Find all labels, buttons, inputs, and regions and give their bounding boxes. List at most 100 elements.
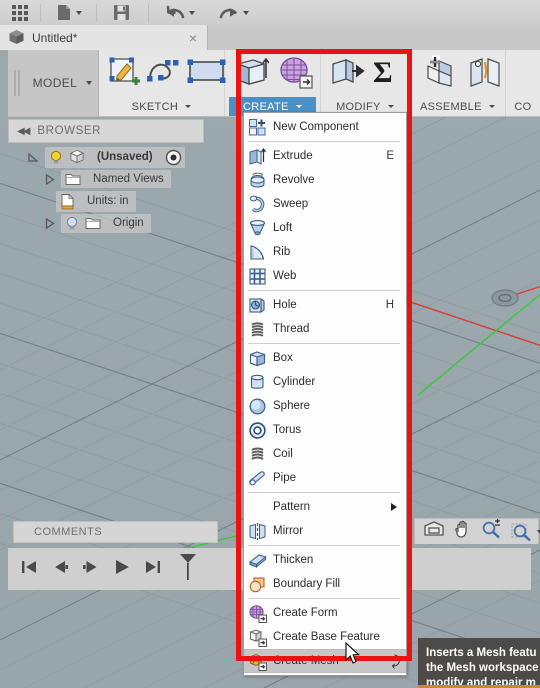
tree-item-unsaved[interactable]: (Unsaved) [10, 146, 210, 168]
menu-item-sweep[interactable]: Sweep [244, 192, 406, 216]
menu-item-pipe[interactable]: Pipe [244, 466, 406, 490]
folder-icon [65, 174, 81, 185]
spline-button[interactable] [146, 57, 181, 92]
create-dropdown-menu[interactable]: New Component Extrude E Revolve Sweep Lo… [243, 112, 407, 676]
expand-triangle-icon[interactable] [43, 173, 56, 186]
rib-icon [248, 243, 267, 262]
ribbon-panel-construct: CO [506, 50, 540, 116]
menu-item-create-mesh[interactable]: Create Mesh ⤸ [244, 649, 406, 673]
menu-item-extrude[interactable]: Extrude E [244, 144, 406, 168]
timeline-step-back[interactable] [51, 558, 69, 581]
menu-item-thicken[interactable]: Thicken [244, 548, 406, 572]
double-left-arrow-icon[interactable]: ◀◀ [17, 126, 30, 137]
menu-item-label: Create Base Feature [273, 631, 380, 643]
thread-icon [248, 320, 267, 339]
ribbon-panel-sketch-label[interactable]: SKETCH [103, 97, 220, 116]
menu-item-torus[interactable]: Torus [244, 418, 406, 442]
menu-item-revolve[interactable]: Revolve [244, 168, 406, 192]
menu-item-pattern[interactable]: Pattern [244, 495, 406, 519]
menu-item-shortcut: H [385, 299, 394, 311]
menu-item-thread[interactable]: Thread [244, 317, 406, 341]
menu-item-mirror[interactable]: Mirror [244, 519, 406, 543]
new-component-icon [248, 118, 267, 137]
expand-triangle-icon[interactable] [43, 217, 56, 230]
menu-item-label: Thread [273, 323, 310, 335]
sigma-button[interactable]: Σ [371, 55, 401, 94]
nav-pan-button[interactable] [453, 519, 473, 544]
timeline-marker[interactable] [178, 552, 198, 587]
create-form-button[interactable] [277, 54, 313, 95]
menu-item-create-base-feature[interactable]: Create Base Feature [244, 625, 406, 649]
target-icon[interactable] [165, 149, 182, 166]
timeline-step-forward[interactable] [82, 558, 100, 581]
menu-item-web[interactable]: Web [244, 264, 406, 288]
menu-item-coil[interactable]: Coil [244, 442, 406, 466]
joint-button[interactable] [468, 55, 502, 94]
tree-item-origin[interactable]: Origin [10, 212, 210, 234]
close-icon[interactable]: × [187, 31, 199, 45]
tree-item-label: (Unsaved) [97, 151, 153, 163]
document-tab-strip: Untitled* × [0, 25, 540, 51]
menu-item-boundary-fill[interactable]: Boundary Fill [244, 572, 406, 596]
ribbon-panel-assemble-label[interactable]: ASSEMBLE [414, 97, 501, 116]
sweep-icon [248, 195, 267, 214]
menu-separator [248, 290, 400, 291]
timeline-go-start[interactable] [20, 558, 38, 581]
tree-item-named-views[interactable]: Named Views [10, 168, 210, 190]
undo-button[interactable] [151, 0, 201, 25]
redo-button[interactable] [201, 0, 255, 25]
lightbulb-off-icon[interactable] [65, 216, 79, 231]
hand-icon [455, 520, 467, 538]
create-form-icon [248, 604, 267, 623]
torus-icon [248, 421, 267, 440]
create-sketch-icon [109, 57, 140, 85]
web-icon [248, 267, 267, 286]
workspace-switcher[interactable]: MODEL [8, 50, 99, 116]
save-button[interactable] [99, 0, 146, 25]
menu-item-hole[interactable]: Hole H [244, 293, 406, 317]
ribbon-panel-create: CREATE [225, 50, 321, 116]
menu-item-sphere[interactable]: Sphere [244, 394, 406, 418]
new-file-button[interactable] [43, 0, 88, 25]
browser-header[interactable]: ◀◀ BROWSER [8, 119, 204, 143]
press-pull-button[interactable] [329, 55, 365, 94]
ribbon-panel-modify: Σ MODIFY [321, 50, 410, 116]
viewcube-icon [424, 521, 444, 536]
comments-bar[interactable]: COMMENTS [13, 521, 218, 543]
extrude-button[interactable] [233, 54, 270, 95]
nav-fit-button[interactable] [511, 522, 540, 542]
create-form-icon [280, 56, 313, 89]
menu-item-create-form[interactable]: Create Form [244, 601, 406, 625]
menu-item-box[interactable]: Box [244, 346, 406, 370]
new-component-button[interactable] [424, 55, 458, 94]
drag-grip-icon [13, 70, 16, 96]
joint-icon [470, 57, 500, 87]
create-sketch-button[interactable] [107, 55, 141, 94]
nav-zoom-button[interactable] [481, 519, 503, 544]
comments-label: COMMENTS [34, 526, 103, 538]
menu-item-label: Pipe [273, 472, 297, 484]
ribbon-panel-construct-label[interactable]: CO [510, 97, 536, 116]
step-back-icon [55, 560, 68, 573]
app-grid-button[interactable] [0, 0, 38, 25]
menu-item-rib[interactable]: Rib [244, 240, 406, 264]
menu-separator [248, 545, 400, 546]
menu-item-label: Sphere [273, 400, 311, 412]
document-tab[interactable]: Untitled* × [0, 25, 208, 50]
lightbulb-icon[interactable] [49, 150, 63, 165]
timeline-play[interactable] [113, 558, 131, 581]
tree-item-units[interactable]: Units: in [10, 190, 210, 212]
menu-item-new-component[interactable]: New Component [244, 115, 406, 139]
menu-item-loft[interactable]: Loft [244, 216, 406, 240]
expand-triangle-icon[interactable] [27, 151, 40, 164]
quick-access-toolbar[interactable] [0, 0, 540, 26]
cube-icon [69, 149, 85, 164]
timeline-go-end[interactable] [144, 558, 162, 581]
menu-item-cylinder[interactable]: Cylinder [244, 370, 406, 394]
rectangle-button[interactable] [187, 57, 227, 92]
nav-orbit-button[interactable] [423, 519, 445, 544]
menu-separator [248, 343, 400, 344]
spline-icon [146, 59, 179, 81]
menu-item-label: Loft [273, 222, 293, 234]
zoom-fit-icon [511, 523, 531, 541]
